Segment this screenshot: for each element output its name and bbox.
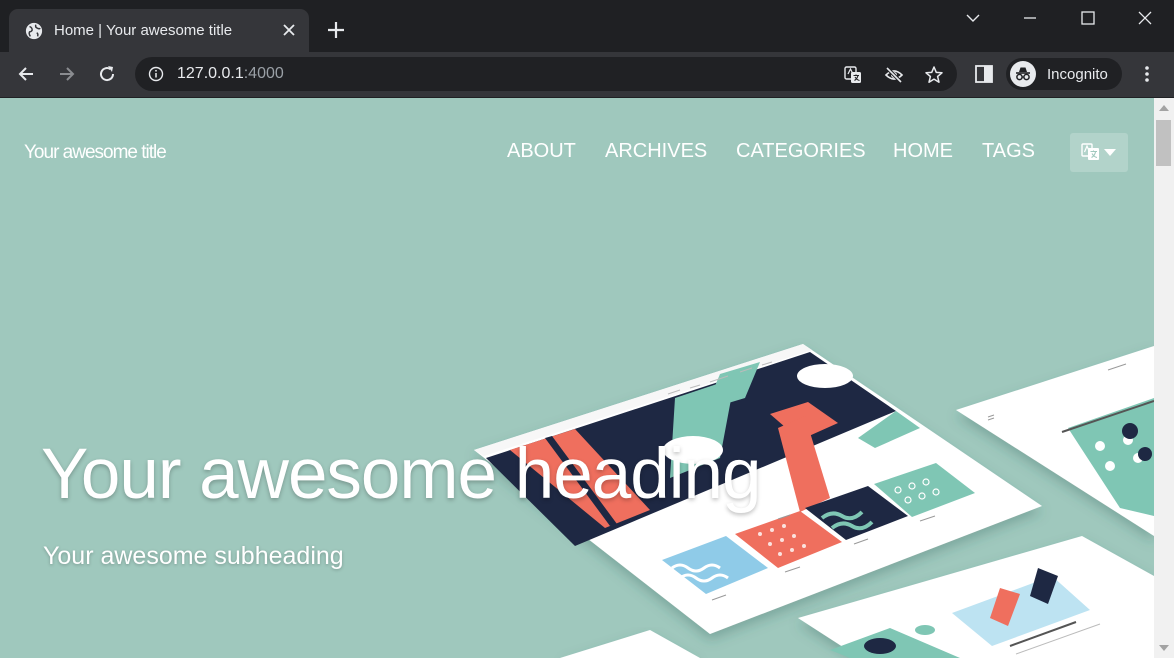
tab-title: Home | Your awesome title (54, 22, 233, 39)
reload-icon[interactable] (97, 64, 117, 84)
minimize-icon[interactable] (1021, 10, 1039, 26)
eye-slash-icon[interactable] (884, 65, 904, 85)
forward-icon[interactable] (57, 64, 77, 84)
url-port: :4000 (243, 65, 284, 82)
scroll-up-arrow-icon[interactable] (1159, 105, 1169, 111)
url-text: 127.0.0.1:4000 (177, 65, 284, 83)
language-icon (1081, 143, 1099, 160)
scrollbar-thumb[interactable] (1156, 120, 1171, 166)
caret-down-icon (1104, 149, 1116, 156)
language-switcher-button[interactable] (1070, 133, 1128, 172)
incognito-profile-button[interactable]: Incognito (1006, 58, 1122, 90)
address-bar[interactable]: 127.0.0.1:4000 (135, 57, 957, 91)
bookmark-star-icon[interactable] (924, 65, 944, 85)
nav-about[interactable]: ABOUT (507, 140, 576, 163)
nav-home[interactable]: HOME (893, 140, 953, 163)
browser-tab[interactable]: Home | Your awesome title (9, 9, 309, 52)
page-scrollbar[interactable] (1154, 98, 1174, 658)
nav-archives[interactable]: ARCHIVES (605, 140, 707, 163)
nav-categories[interactable]: CATEGORIES (736, 140, 866, 163)
scroll-down-arrow-icon[interactable] (1159, 645, 1169, 651)
translate-icon[interactable] (843, 65, 863, 85)
close-window-icon[interactable] (1136, 10, 1154, 26)
url-host: 127.0.0.1 (177, 65, 244, 82)
page-viewport: Your awesome title ABOUT ARCHIVES CATEGO… (0, 98, 1154, 658)
side-panel-icon[interactable] (974, 64, 994, 84)
site-info-icon[interactable] (148, 66, 164, 82)
nav-tags[interactable]: TAGS (982, 140, 1035, 163)
tab-search-chevron-icon[interactable] (964, 10, 982, 26)
close-tab-icon[interactable] (281, 22, 297, 38)
globe-icon (25, 22, 43, 39)
maximize-icon[interactable] (1079, 10, 1097, 26)
site-brand[interactable]: Your awesome title (24, 142, 167, 164)
incognito-icon (1010, 61, 1036, 87)
new-tab-icon[interactable] (326, 20, 346, 40)
browser-toolbar: 127.0.0.1:4000 Incognito (0, 52, 1174, 97)
more-menu-icon[interactable] (1137, 64, 1157, 84)
browser-tab-strip: Home | Your awesome title (0, 0, 1174, 52)
hero-heading: Your awesome heading (41, 435, 761, 514)
back-icon[interactable] (16, 64, 36, 84)
profile-label: Incognito (1047, 65, 1108, 83)
hero-subheading: Your awesome subheading (43, 542, 344, 570)
hero-illustration (474, 344, 1154, 658)
